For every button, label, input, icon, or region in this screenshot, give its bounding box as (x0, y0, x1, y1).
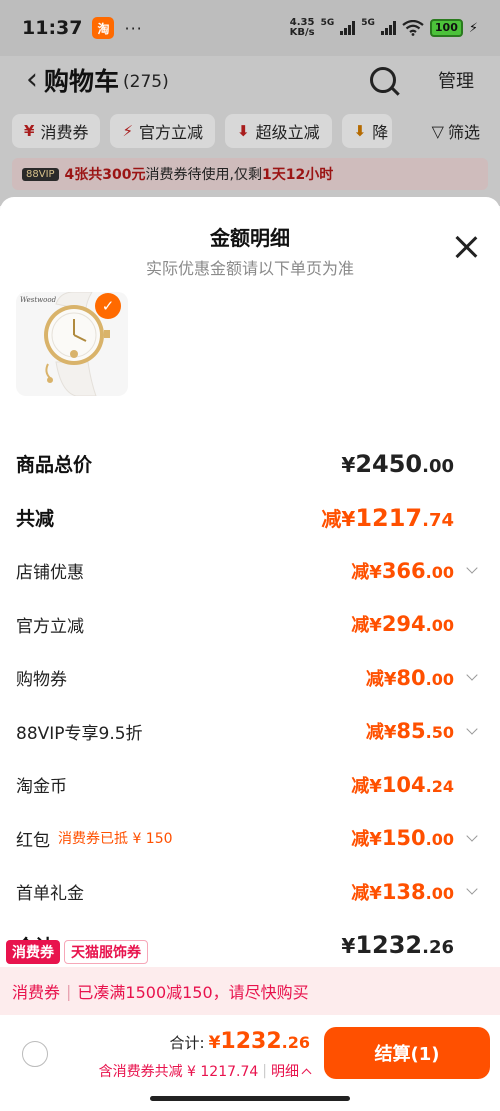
lightning-icon: ⚡ (122, 122, 133, 140)
search-icon[interactable] (370, 67, 396, 93)
down-arrow-icon: ⬇ (353, 122, 367, 140)
chevron-down-icon[interactable] (460, 830, 484, 842)
more-dots-icon: ··· (124, 18, 143, 38)
chevron-down-icon[interactable] (460, 723, 484, 735)
nav-bar: ‹ 购物车 (275) 管理 (0, 56, 500, 104)
battery-icon: 100 (429, 19, 463, 37)
tmall-coupon-tag: 天猫服饰券 (64, 940, 148, 964)
row-total-discount: 共减 减¥ 1217.74 (16, 503, 454, 532)
chip-price-drop[interactable]: ⬇ 降 (341, 114, 393, 148)
row-88vip-discount[interactable]: 88VIP专享9.5折 减¥ 85.50 (0, 705, 500, 759)
chip-super-discount[interactable]: ⬇ 超级立减 (225, 114, 332, 148)
filter-chips: ¥ 消费券 ⚡ 官方立减 ⬇ 超级立减 ⬇ 降 ▽ 筛选 (0, 104, 500, 148)
cart-page-background: ‹ 购物车 (275) 管理 ¥ 消费券 ⚡ 官方立减 ⬇ 超级立减 ⬇ 降 ▽ 筛选 8… (0, 56, 500, 206)
row-goods-total: 商品总价 ¥2450.00 (16, 449, 454, 478)
home-indicator (150, 1096, 350, 1101)
coupon-progress-bar[interactable]: 消费券 | 已凑满1500减150，请尽快购买 (0, 967, 500, 1015)
status-bar: 11:37 淘 ··· 4.35 KB/s 5G 5G 100 ⚡ (0, 0, 500, 56)
row-taojinbi: 淘金币 减¥ 104.24 (16, 772, 454, 798)
sheet-subtitle: 实际优惠金额请以下单页为准 (145, 259, 354, 278)
coupon-offset-note: 消费券已抵 ¥ 150 (58, 831, 173, 848)
sim1-label: 5G (320, 18, 335, 28)
signal-icon (340, 21, 356, 35)
close-icon[interactable] (454, 235, 478, 259)
coupon-tag: 消费券 (6, 940, 60, 964)
filter-funnel-icon: ▽ (431, 121, 444, 141)
network-speed: 4.35 KB/s (289, 17, 315, 38)
back-icon[interactable]: ‹ (26, 65, 38, 95)
page-title: 购物车 (44, 67, 120, 96)
chevron-down-icon[interactable] (460, 562, 484, 574)
coupon-tags: 消费券 天猫服饰券 (6, 940, 148, 964)
chevron-up-icon[interactable] (301, 1068, 312, 1078)
signal-icon (380, 21, 396, 35)
saved-summary[interactable]: 含消费券共减 ¥ 1217.74 | 明细 (99, 1061, 312, 1081)
total-amount: 合计: ¥ 1232 .26 (169, 1029, 310, 1054)
select-all-radio[interactable] (22, 1041, 48, 1067)
coupon-icon: ¥ (24, 122, 35, 140)
row-shopping-coupon[interactable]: 购物券 减¥ 80.00 (0, 651, 500, 705)
down-arrow-icon: ⬇ (237, 122, 250, 140)
row-red-packet[interactable]: 红包 消费券已抵 ¥ 150 减¥ 150.00 (0, 812, 500, 866)
detail-toggle[interactable]: 明细 (271, 1061, 299, 1081)
row-first-order-gift[interactable]: 首单礼金 减¥ 138.00 (0, 865, 500, 919)
status-time: 11:37 (22, 17, 83, 39)
checkout-button[interactable]: 结算(1) (324, 1027, 490, 1079)
row-store-discount[interactable]: 店铺优惠 减¥ 366.00 (0, 544, 500, 598)
chip-official-discount[interactable]: ⚡ 官方立减 (110, 114, 216, 148)
coupon-notice[interactable]: 88VIP 4张共300元 消费券待使用,仅剩 1天12小时 (12, 158, 488, 190)
wifi-icon (402, 20, 424, 36)
sheet-title: 金额明细 (210, 226, 290, 250)
row-official-discount: 官方立减 减¥ 294.00 (16, 612, 454, 637)
chip-coupon[interactable]: ¥ 消费券 (12, 114, 101, 148)
product-brand-mark: Westwood (20, 296, 57, 304)
cart-count: (275) (123, 72, 169, 92)
vip-badge: 88VIP (22, 167, 59, 181)
filter-button[interactable]: ▽ 筛选 (432, 114, 488, 148)
chevron-down-icon[interactable] (460, 883, 484, 895)
selected-check-icon[interactable]: ✓ (95, 293, 121, 319)
sim2-label: 5G (361, 18, 375, 28)
charging-icon: ⚡ (468, 20, 478, 36)
chevron-down-icon[interactable] (460, 669, 484, 681)
manage-button[interactable]: 管理 (438, 67, 474, 93)
taobao-app-icon: 淘 (92, 17, 115, 39)
amount-rows: 商品总价 ¥2450.00 共减 减¥ 1217.74 店铺优惠 减¥ 366.00… (0, 437, 500, 972)
